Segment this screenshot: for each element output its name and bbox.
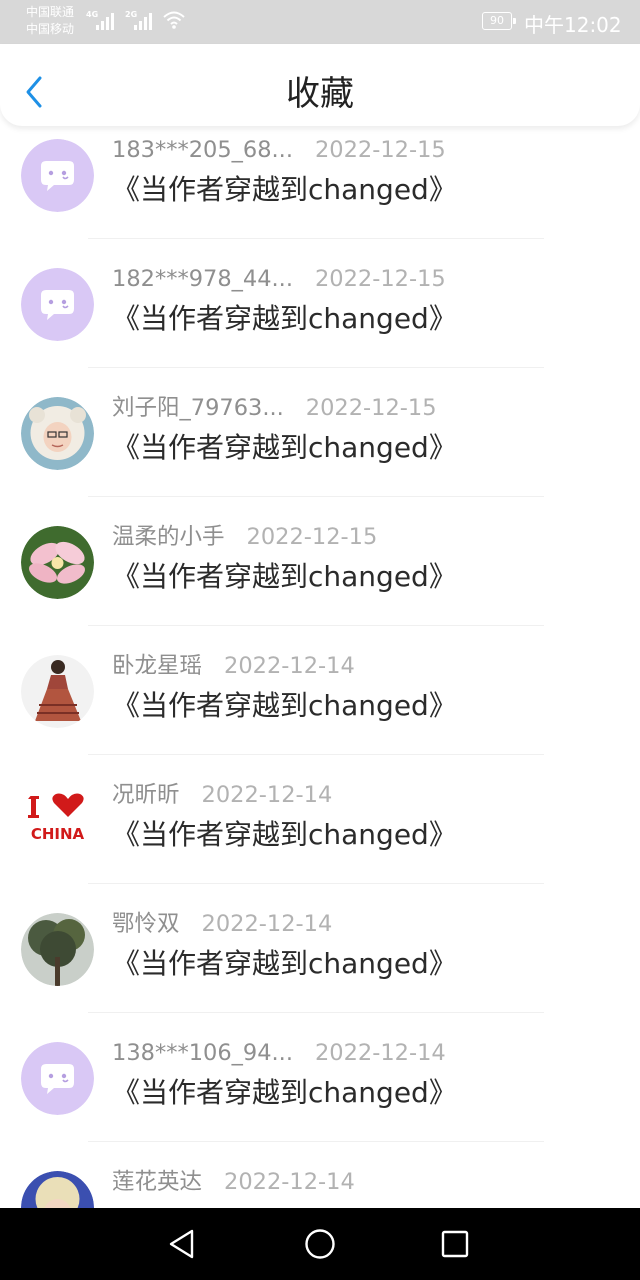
- list-item[interactable]: 刘子阳_79763... 2022-12-15 《当作者穿越到changed》: [0, 368, 640, 497]
- item-meta: 183***205_68... 2022-12-15: [112, 135, 446, 165]
- list-item[interactable]: 卧龙星瑶 2022-12-14 《当作者穿越到changed》: [0, 626, 640, 755]
- list-item[interactable]: 138***106_94... 2022-12-14 《当作者穿越到changed…: [0, 1013, 640, 1142]
- list-item[interactable]: 莲花英达 2022-12-14: [0, 1142, 640, 1208]
- blonde-person-photo-avatar: [21, 1171, 94, 1208]
- date: 2022-12-14: [224, 653, 355, 679]
- system-nav-bar: [0, 1208, 640, 1280]
- home-circle-icon[interactable]: [302, 1226, 338, 1262]
- sheep-costume-photo-avatar: [21, 397, 94, 470]
- carrier-1: 中国联通: [26, 5, 75, 19]
- username: 温柔的小手: [112, 524, 225, 550]
- book-title[interactable]: 《当作者穿越到changed》: [112, 172, 457, 208]
- carrier-2: 中国移动: [26, 22, 75, 36]
- list-item[interactable]: 182***978_44... 2022-12-15 《当作者穿越到changed…: [0, 239, 640, 368]
- username: 138***106_94...: [112, 1040, 293, 1066]
- date: 2022-12-15: [305, 395, 437, 421]
- chat-bubble-avatar: [21, 139, 94, 212]
- date: 2022-12-15: [314, 137, 446, 163]
- signal-icon-2: [134, 13, 152, 30]
- item-meta: 鄂怜双 2022-12-14: [112, 909, 332, 939]
- book-title[interactable]: 《当作者穿越到changed》: [112, 946, 457, 982]
- tree-photo-avatar: [21, 913, 94, 986]
- carrier-labels: 中国联通 中国移动: [26, 4, 74, 38]
- username: 刘子阳_79763...: [112, 395, 284, 421]
- date: 2022-12-14: [201, 911, 333, 937]
- date: 2022-12-14: [201, 782, 333, 808]
- recent-square-icon[interactable]: [437, 1226, 473, 1262]
- book-title[interactable]: 《当作者穿越到changed》: [112, 301, 457, 337]
- item-meta: 卧龙星瑶 2022-12-14: [112, 651, 355, 681]
- back-triangle-icon[interactable]: [165, 1226, 201, 1262]
- wifi-icon: [163, 11, 185, 29]
- chat-bubble-avatar: [21, 268, 94, 341]
- book-title[interactable]: 《当作者穿越到changed》: [112, 1075, 457, 1111]
- book-title[interactable]: 《当作者穿越到changed》: [112, 688, 457, 724]
- signal-icon: [96, 13, 114, 30]
- book-title[interactable]: 《当作者穿越到changed》: [112, 559, 457, 595]
- item-meta: 况昕昕 2022-12-14: [112, 780, 332, 810]
- battery-level: 90: [490, 14, 504, 27]
- item-meta: 温柔的小手 2022-12-15: [112, 522, 377, 552]
- item-meta: 刘子阳_79763... 2022-12-15: [112, 393, 437, 423]
- list-item[interactable]: 温柔的小手 2022-12-15 《当作者穿越到changed》: [0, 497, 640, 626]
- status-bar: 中国联通 中国移动 4G 2G 90 中午12:02: [0, 0, 640, 44]
- book-title[interactable]: 《当作者穿越到changed》: [112, 817, 457, 853]
- chat-bubble-avatar: [21, 1042, 94, 1115]
- username: 莲花英达: [112, 1169, 203, 1195]
- book-title[interactable]: 《当作者穿越到changed》: [112, 430, 457, 466]
- username: 况昕昕: [112, 782, 180, 808]
- date: 2022-12-15: [314, 266, 446, 292]
- username: 183***205_68...: [112, 137, 293, 163]
- list-item[interactable]: 183***205_68... 2022-12-15 《当作者穿越到changed…: [0, 126, 640, 239]
- username: 卧龙星瑶: [112, 653, 203, 679]
- item-meta: 莲花英达 2022-12-14: [112, 1167, 355, 1197]
- date: 2022-12-14: [314, 1040, 446, 1066]
- list-item[interactable]: 鄂怜双 2022-12-14 《当作者穿越到changed》: [0, 884, 640, 1013]
- username: 鄂怜双: [112, 911, 180, 937]
- status-time: 中午12:02: [524, 13, 622, 37]
- page-title: 收藏: [286, 74, 354, 114]
- girl-dress-photo-avatar: [21, 655, 94, 728]
- header-bar: 收藏: [0, 44, 640, 126]
- china-avatar-text: CHINA: [31, 825, 85, 843]
- date: 2022-12-15: [246, 524, 378, 550]
- item-meta: 182***978_44... 2022-12-15: [112, 264, 446, 294]
- i-love-china-avatar: CHINA: [21, 784, 94, 857]
- item-meta: 138***106_94... 2022-12-14: [112, 1038, 446, 1068]
- pink-flower-photo-avatar: [21, 526, 94, 599]
- battery-icon: 90: [482, 12, 516, 30]
- list-item[interactable]: CHINA 况昕昕 2022-12-14 《当作者穿越到changed》: [0, 755, 640, 884]
- favorites-list: 183***205_68... 2022-12-15 《当作者穿越到changed…: [0, 126, 640, 1208]
- username: 182***978_44...: [112, 266, 293, 292]
- date: 2022-12-14: [224, 1169, 355, 1195]
